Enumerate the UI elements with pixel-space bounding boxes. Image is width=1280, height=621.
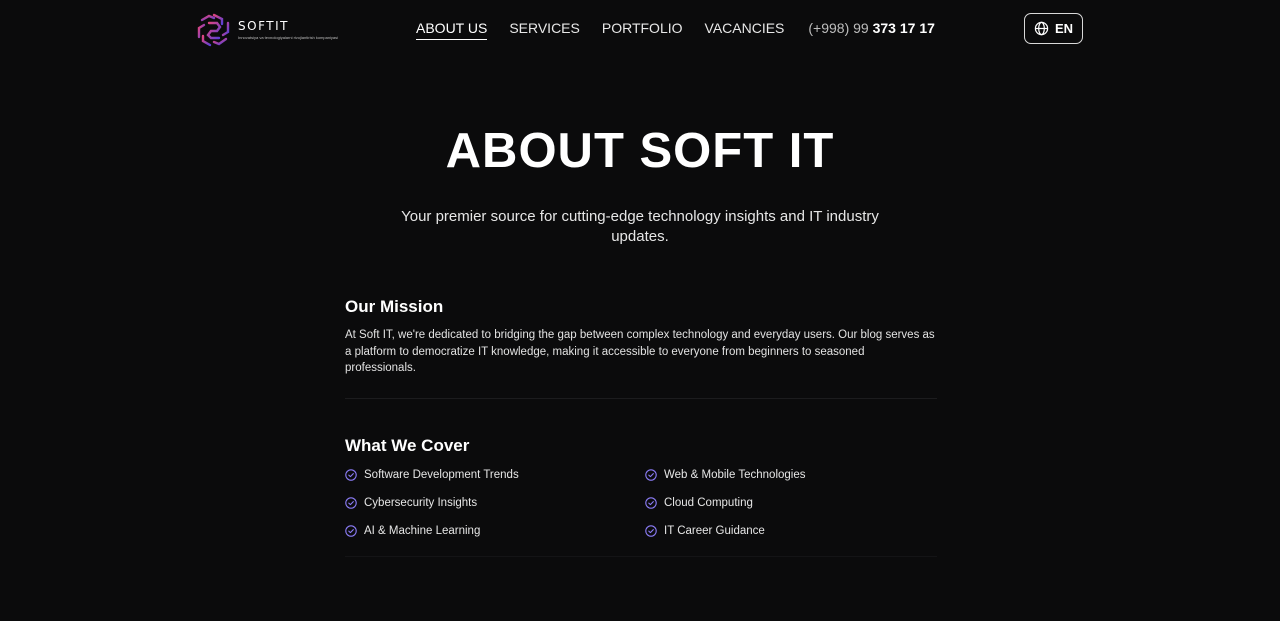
cover-item: AI & Machine Learning [345, 522, 645, 539]
phone-prefix: (+998) 99 [808, 20, 869, 36]
cover-item: IT Career Guidance [645, 522, 937, 539]
page: SOFTIT Innovatsiya va texnologiyalarni r… [0, 0, 1280, 621]
site-header: SOFTIT Innovatsiya va texnologiyalarni r… [0, 0, 1280, 58]
cover-item: Software Development Trends [345, 466, 645, 483]
cover-section: What We Cover Software Development Trend… [345, 435, 937, 539]
check-circle-icon [645, 468, 657, 481]
cover-item-label: Web & Mobile Technologies [664, 468, 806, 481]
mission-text: At Soft IT, we're dedicated to bridging … [345, 329, 935, 374]
main-nav: ABOUT US SERVICES PORTFOLIO VACANCIES (+… [416, 20, 935, 40]
cover-item-label: Cloud Computing [664, 496, 753, 509]
phone-link[interactable]: (+998) 99 373 17 17 [808, 20, 935, 37]
check-circle-icon [645, 496, 657, 509]
check-circle-icon [345, 524, 357, 537]
phone-number: 373 17 17 [872, 20, 935, 36]
cover-item-label: Software Development Trends [364, 468, 519, 481]
logo-link[interactable]: SOFTIT Innovatsiya va texnologiyalarni r… [195, 10, 338, 50]
language-label: EN [1054, 21, 1074, 36]
cover-item-label: AI & Machine Learning [364, 524, 481, 537]
section-divider [345, 398, 937, 399]
globe-icon [1034, 21, 1049, 36]
cover-item: Web & Mobile Technologies [645, 466, 937, 483]
nav-services[interactable]: SERVICES [509, 20, 580, 39]
cover-title: What We Cover [345, 436, 470, 455]
nav-portfolio[interactable]: PORTFOLIO [602, 20, 683, 39]
nav-about-us[interactable]: ABOUT US [416, 20, 488, 40]
page-title: ABOUT SOFT IT [445, 124, 835, 178]
logo-text: SOFTIT Innovatsiya va texnologiyalarni r… [238, 19, 339, 41]
check-circle-icon [645, 524, 657, 537]
section-divider [345, 556, 937, 557]
logo-name: SOFTIT [238, 19, 289, 33]
nav-vacancies[interactable]: VACANCIES [705, 20, 785, 39]
mission-section: Our Mission At Soft IT, we're dedicated … [345, 296, 937, 377]
check-circle-icon [345, 468, 357, 481]
cover-list: Software Development Trends Web & Mobile… [345, 466, 937, 539]
language-button[interactable]: EN [1024, 13, 1083, 44]
cover-item: Cybersecurity Insights [345, 494, 645, 511]
page-subtitle: Your premier source for cutting-edge tec… [401, 208, 879, 245]
cover-item-label: IT Career Guidance [664, 524, 765, 537]
cover-item: Cloud Computing [645, 494, 937, 511]
check-circle-icon [345, 496, 357, 509]
softit-logo-icon [197, 13, 230, 47]
mission-title: Our Mission [345, 297, 444, 316]
logo-tagline: Innovatsiya va texnologiyalarni rivojlan… [238, 35, 339, 40]
cover-item-label: Cybersecurity Insights [364, 496, 478, 509]
